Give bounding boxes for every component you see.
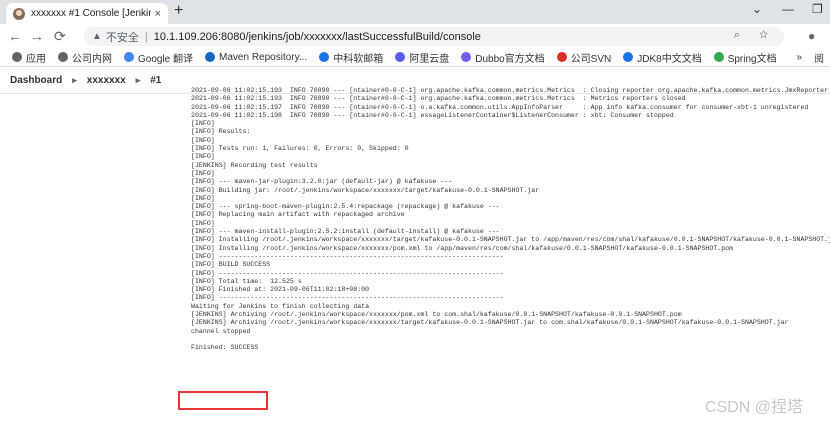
bookmark-label: JDK8中文文档 [637,53,702,65]
watermark: CSDN @捏塔 [705,399,804,416]
console-line: 2021-09-06 11:02:15.197 INFO 70890 --- [… [191,103,809,111]
breadcrumb-dashboard[interactable]: Dashboard [10,75,62,86]
console-line: [INFO] Total time: 12.525 s [191,277,302,285]
bookmark-item[interactable]: Spring文档 [713,50,777,65]
address-bar[interactable]: ▲ 不安全 | 10.1.109.206:8080/jenkins/job/xx… [84,27,784,46]
back-button[interactable]: ← [8,28,22,44]
console-line: [INFO] Building jar: /root/.jenkins/work… [191,186,540,194]
bookmark-item[interactable]: Google 翻译 [124,50,193,65]
bookmark-item[interactable]: 应用 [12,50,46,65]
console-line: 2021-09-06 11:02:15.193 INFO 70890 --- [… [191,87,829,94]
reload-button[interactable]: ⟳ [54,28,66,45]
bookmark-icon [461,52,472,62]
bookmark-label: 中科软邮箱 [333,53,384,65]
console-output: 2021-09-06 11:02:15.193 INFO 70890 --- [… [191,87,830,353]
console-line: [INFO] [191,194,215,202]
console-line: [INFO] Installing /root/.jenkins/workspa… [191,236,830,244]
bookmark-label: 阿里云盘 [409,53,450,65]
omnibox-actions-icon[interactable]: ⌕ ☆ [734,29,776,42]
bookmark-icon [395,52,406,62]
chevron-right-icon: ▸ [72,74,77,85]
minimize-button[interactable]: — [782,2,794,16]
chevron-right-icon: ▸ [135,74,141,85]
bookmark-item[interactable]: 中科软邮箱 [319,50,383,65]
jenkins-favicon-icon [13,7,25,20]
console-line: [INFO] [191,120,215,128]
bookmark-icon [12,52,22,62]
console-line: [INFO] [191,219,215,227]
new-tab-button[interactable]: + [174,2,183,20]
forward-button[interactable]: → [30,28,44,44]
console-line: [INFO] --- spring-boot-maven-plugin:2.5.… [191,203,500,211]
bookmarks-bar: 应用 公司内网 Google 翻译 Maven Repository... 中科软邮箱 阿… [0,48,830,67]
bookmark-item[interactable]: Maven Repository... [205,52,307,63]
console-line: [INFO] ---------------------------------… [191,294,504,302]
tab-close-icon[interactable]: × [155,8,161,20]
bookmark-item[interactable]: 公司SVN [556,50,612,65]
security-label: 不安全 [105,31,139,44]
bookmark-label: Google 翻译 [138,53,194,65]
console-line: 2021-09-06 11:02:15.193 INFO 70890 --- [… [191,95,686,103]
console-line: [INFO] [191,169,215,177]
breadcrumb-job[interactable]: xxxxxxx [87,75,126,86]
console-line: [INFO] BUILD SUCCESS [191,261,271,269]
console-line: [INFO] ---------------------------------… [191,269,504,277]
console-line: [INFO] --- maven-jar-plugin:3.2.0:jar (d… [191,178,453,186]
breadcrumb-build[interactable]: #1 [150,75,161,86]
bookmark-icon [713,52,724,62]
console-line: [INFO] Installing /root/.jenkins/workspa… [191,244,734,252]
console-line: Finished: SUCCESS [191,344,259,352]
bookmark-item[interactable]: 公司内网 [58,50,112,65]
bookmark-label: 应用 [26,53,46,65]
reading-list-button[interactable]: 阅 [814,50,824,65]
bookmark-icon [623,52,634,62]
console-line: [INFO] Finished at: 2021-09-06T11:02:18+… [191,286,370,294]
bookmark-icon [556,52,567,62]
bookmark-label: Maven Repository... [219,51,308,63]
console-line: 2021-09-06 11:02:15.198 INFO 70890 --- [… [191,111,674,119]
bookmark-item[interactable]: Dubbo官方文档 [461,50,545,65]
console-line: [INFO] Replacing main artifact with repa… [191,211,405,219]
url-text[interactable]: 10.1.109.206:8080/jenkins/job/xxxxxxx/la… [154,31,481,43]
warning-icon: ▲ [92,31,102,42]
bookmark-item[interactable]: JDK8中文文档 [623,50,702,65]
tab-search-icon[interactable]: ⌄ [752,2,762,16]
bookmark-label: 公司内网 [72,53,112,65]
console-line: channel stopped [191,327,251,335]
bookmark-label: Spring文档 [727,53,777,65]
browser-tab[interactable]: xxxxxxx #1 Console [Jenkins] × [6,3,168,24]
console-line: Waiting for Jenkins to finish collecting… [191,302,370,310]
console-line: [INFO] [191,136,215,144]
console-line: [JENKINS] Archiving /root/.jenkins/works… [191,319,789,327]
bookmark-label: Dubbo官方文档 [475,53,545,65]
console-line: [INFO] [191,153,215,161]
console-line: [INFO] ---------------------------------… [191,252,504,260]
browser-toolbar: ← → ⟳ ▲ 不安全 | 10.1.109.206:8080/jenkins/… [0,24,830,48]
bookmark-icon [205,52,216,62]
highlight-box [178,391,268,410]
profile-icon[interactable]: ● [808,29,815,43]
bookmark-icon [124,52,134,62]
restore-button[interactable]: ❐ [812,2,823,16]
console-line: [INFO] --- maven-install-plugin:2.5.2:in… [191,228,500,236]
bookmark-icon [58,52,68,62]
tab-title: xxxxxxx #1 Console [Jenkins] [31,8,151,19]
console-line: [INFO] Results: [191,128,251,136]
tab-strip: xxxxxxx #1 Console [Jenkins] × + ⌄ — ❐ [0,0,830,24]
console-line: [JENKINS] Archiving /root/.jenkins/works… [191,311,682,319]
console-line: [JENKINS] Recording test results [191,161,318,169]
bookmark-icon [319,52,330,62]
bookmark-item[interactable]: 阿里云盘 [395,50,449,65]
bookmarks-more-button[interactable]: » [796,52,802,63]
bookmark-label: 公司SVN [570,53,612,65]
console-line: [INFO] Tests run: 1, Failures: 0, Errors… [191,145,409,153]
